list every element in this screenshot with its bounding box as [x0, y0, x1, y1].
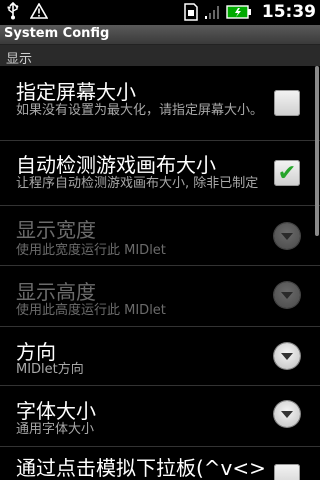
title-bar: System Config	[0, 25, 320, 45]
dropdown-font-size[interactable]	[274, 401, 300, 427]
checkbox-auto-detect-canvas[interactable]: ✔	[274, 160, 300, 186]
pref-auto-detect-canvas[interactable]: 自动检测游戏画布大小 让程序自动检测游戏画布大小, 除非已制定 ✔	[0, 141, 320, 206]
preference-list: 指定屏幕大小 如果没有设置为最大化，请指定屏幕大小。 自动检测游戏画布大小 让程…	[0, 66, 320, 480]
pref-title: 显示宽度	[16, 218, 96, 242]
warning-icon	[30, 3, 48, 19]
pref-display-width[interactable]: 显示宽度 使用此宽度运行此 MIDlet	[0, 206, 320, 266]
pref-title: 字体大小	[16, 399, 96, 423]
chevron-down-icon	[281, 292, 293, 299]
status-bar: 15:39	[0, 0, 320, 25]
chevron-down-icon	[281, 233, 293, 240]
pref-summary: 让程序自动检测游戏画布大小, 除非已制定	[16, 176, 259, 191]
sim-card-icon	[184, 3, 198, 21]
pref-title: 显示高度	[16, 280, 96, 304]
scrollbar[interactable]	[315, 66, 319, 236]
dropdown-display-height[interactable]	[274, 282, 300, 308]
signal-icon	[204, 4, 220, 20]
pref-orientation[interactable]: 方向 MIDlet方向	[0, 327, 320, 386]
chevron-down-icon	[281, 353, 293, 360]
dropdown-display-width[interactable]	[274, 223, 300, 249]
pref-summary: 通用字体大小	[16, 422, 95, 437]
page-title: System Config	[4, 26, 110, 41]
pref-font-size[interactable]: 字体大小 通用字体大小	[0, 386, 320, 447]
usb-icon	[6, 2, 20, 20]
pref-title: 自动检测游戏画布大小	[16, 153, 216, 177]
dropdown-orientation[interactable]	[274, 343, 300, 369]
pref-summary: 使用此高度运行此 MIDlet	[16, 303, 166, 318]
pref-display-height[interactable]: 显示高度 使用此高度运行此 MIDlet	[0, 266, 320, 327]
checkbox-specify-screen-size[interactable]	[274, 90, 300, 116]
pref-simulate-dpad[interactable]: 通过点击模拟下拉板(^v<>	[0, 447, 320, 480]
pref-summary: 如果没有设置为最大化，请指定屏幕大小。	[16, 103, 264, 118]
pref-title: 通过点击模拟下拉板(^v<>	[16, 456, 266, 480]
checkbox-simulate-dpad[interactable]	[274, 464, 300, 480]
status-time: 15:39	[261, 2, 316, 22]
pref-summary: 使用此宽度运行此 MIDlet	[16, 243, 166, 258]
category-label: 显示	[6, 52, 33, 67]
pref-title: 指定屏幕大小	[16, 80, 136, 104]
pref-summary: MIDlet方向	[16, 362, 84, 377]
pref-specify-screen-size[interactable]: 指定屏幕大小 如果没有设置为最大化，请指定屏幕大小。	[0, 66, 320, 141]
battery-icon	[226, 5, 252, 19]
chevron-down-icon	[281, 411, 293, 418]
category-header: 显示	[0, 45, 320, 67]
checkmark-icon: ✔	[277, 160, 297, 186]
